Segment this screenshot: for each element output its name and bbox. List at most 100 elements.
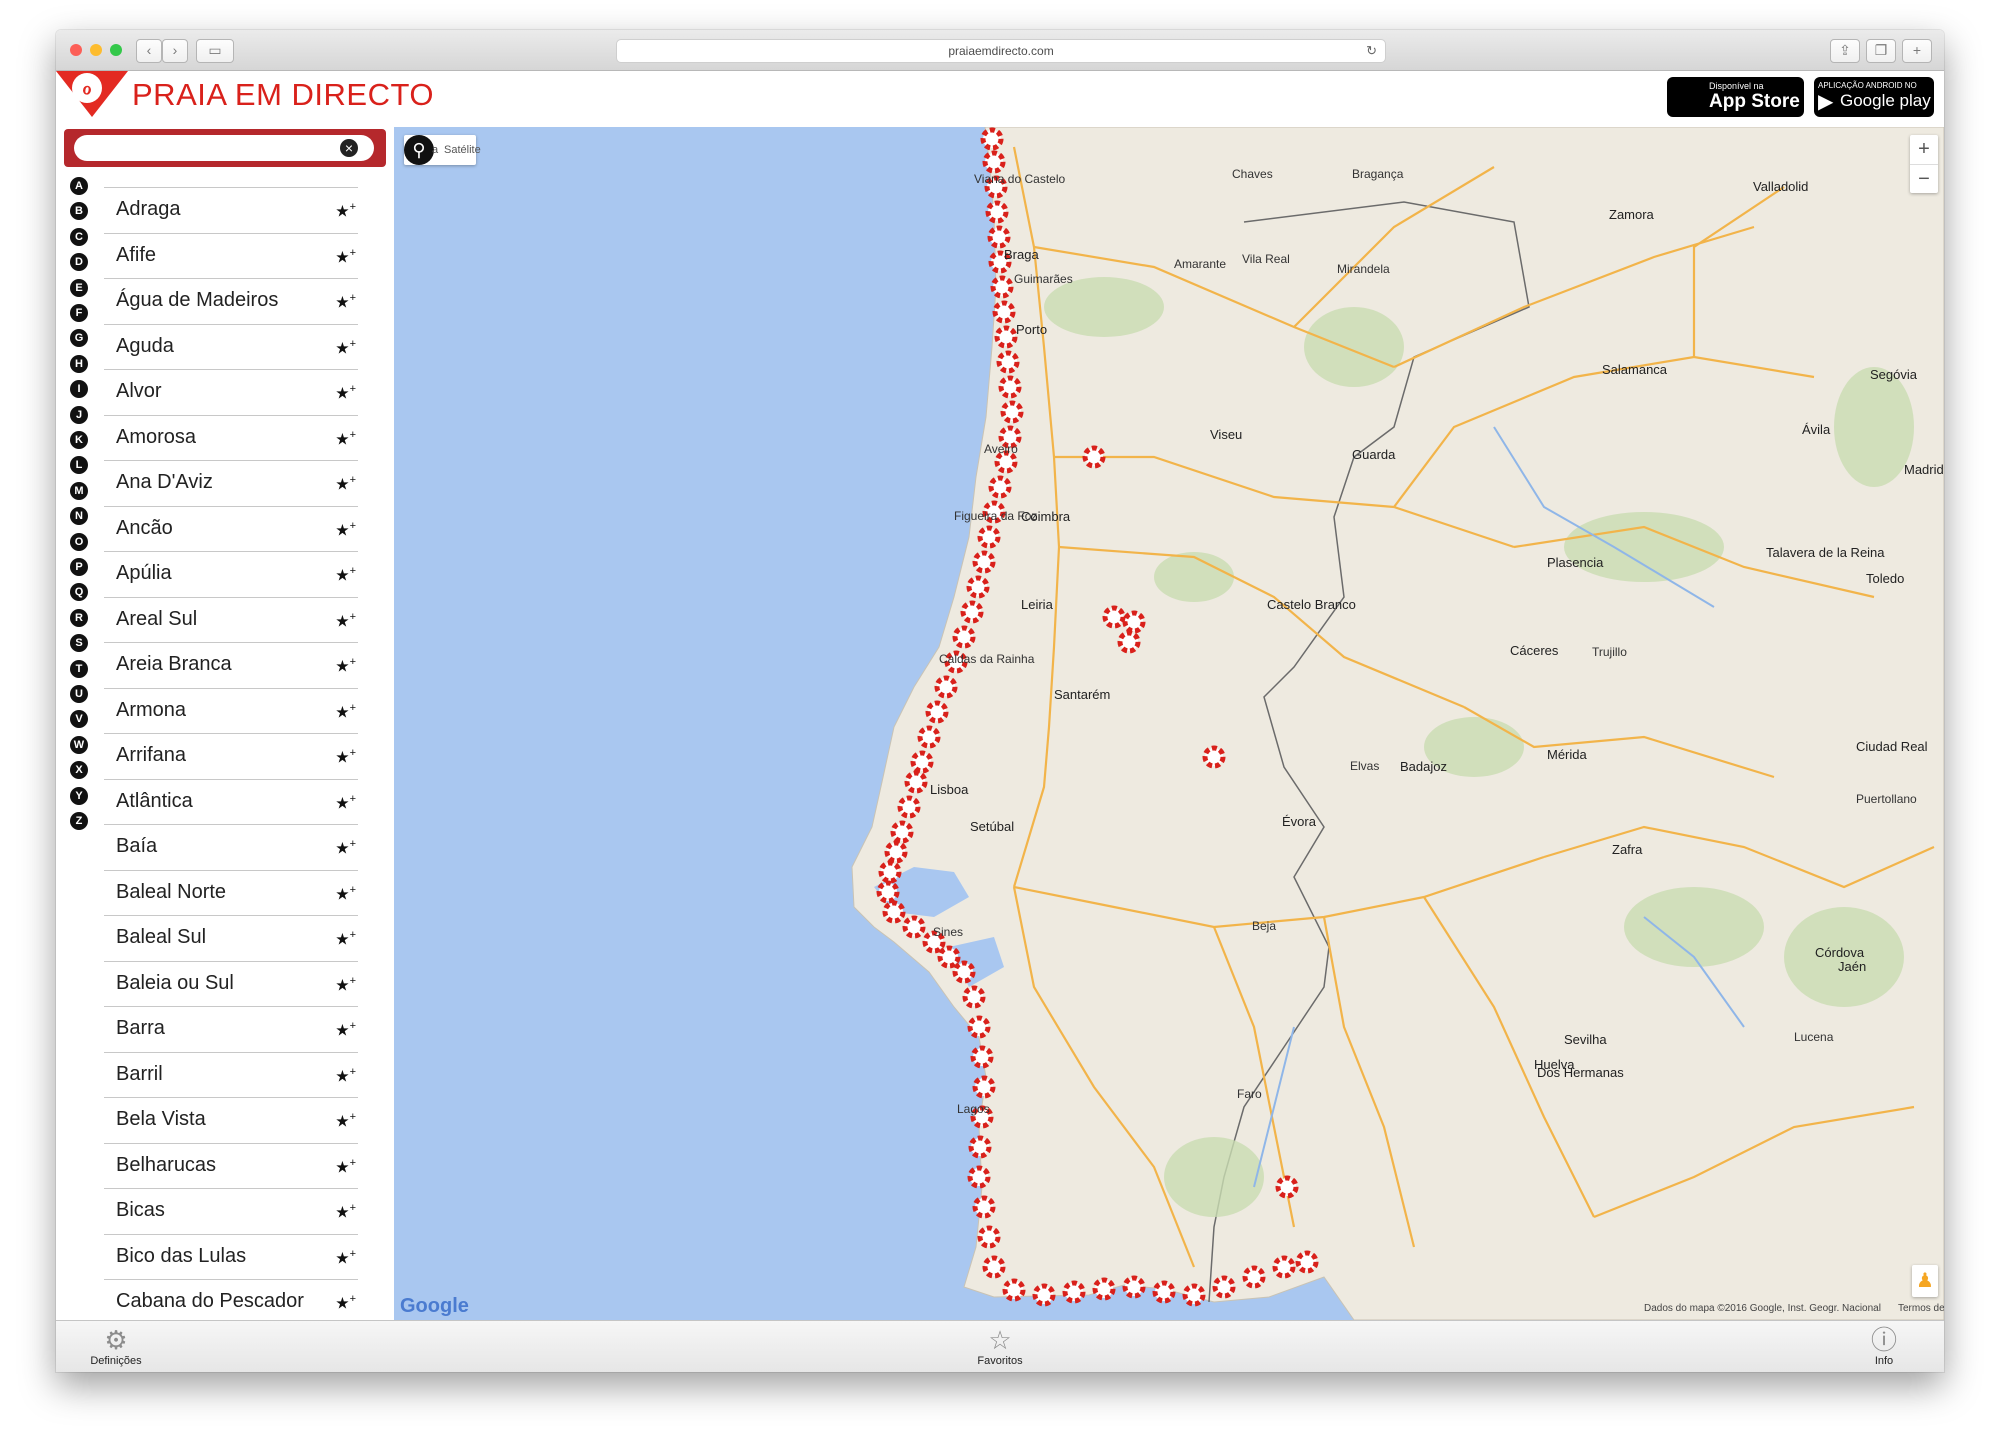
add-favorite-icon[interactable]: ★+ [335, 1248, 356, 1268]
beach-marker[interactable] [982, 150, 1006, 174]
add-favorite-icon[interactable]: ★+ [335, 884, 356, 904]
alphabet-letter[interactable]: G [70, 329, 88, 348]
sidebar-toggle-icon[interactable]: ▭ [196, 39, 234, 63]
map-type-button[interactable]: a [432, 135, 438, 165]
beach-marker[interactable] [1102, 605, 1126, 629]
beach-marker[interactable] [902, 915, 926, 939]
zoom-in-button[interactable]: + [1910, 135, 1938, 165]
beach-list-item[interactable]: Barra ★+ [104, 1006, 358, 1052]
beach-marker[interactable] [1032, 1283, 1056, 1307]
beach-marker[interactable] [952, 960, 976, 984]
beach-list-item[interactable]: Afife ★+ [104, 232, 358, 279]
beach-marker[interactable] [1062, 1280, 1086, 1304]
clear-search-icon[interactable]: × [340, 139, 358, 157]
alphabet-letter[interactable]: B [70, 202, 88, 221]
add-favorite-icon[interactable]: ★+ [335, 747, 356, 767]
app-store-badge[interactable]: Disponível na App Store [1667, 77, 1804, 117]
beach-marker[interactable] [980, 127, 1004, 151]
alphabet-letter[interactable]: P [70, 558, 88, 576]
add-favorite-icon[interactable]: ★+ [335, 1293, 356, 1313]
add-favorite-icon[interactable]: ★+ [335, 1157, 356, 1177]
beach-marker[interactable] [917, 725, 941, 749]
tabs-overview-icon[interactable]: ❐ [1866, 39, 1896, 63]
add-favorite-icon[interactable]: ★+ [335, 520, 356, 540]
alphabet-letter[interactable]: T [70, 659, 88, 678]
beach-marker[interactable] [967, 1015, 991, 1039]
beach-marker[interactable] [972, 1195, 996, 1219]
address-bar[interactable]: praiaemdirecto.com ↻ [616, 39, 1386, 63]
add-favorite-icon[interactable]: ★+ [335, 656, 356, 676]
alphabet-letter[interactable]: R [70, 608, 88, 627]
beach-marker[interactable] [1242, 1265, 1266, 1289]
beach-marker[interactable] [968, 1135, 992, 1159]
beach-marker[interactable] [962, 985, 986, 1009]
add-favorite-icon[interactable]: ★+ [335, 383, 356, 403]
beach-list-item[interactable]: Alvor ★+ [104, 369, 358, 415]
add-favorite-icon[interactable]: ★+ [335, 474, 356, 494]
alphabet-letter[interactable]: Q [70, 583, 88, 602]
tab-info[interactable]: ⓘ Info [1824, 1325, 1944, 1367]
beach-list-item[interactable]: Apúlia ★+ [104, 551, 358, 597]
add-favorite-icon[interactable]: ★+ [335, 975, 356, 995]
beach-marker[interactable] [1122, 610, 1146, 634]
forward-button[interactable]: › [162, 39, 188, 63]
beach-marker[interactable] [1182, 1283, 1206, 1307]
alphabet-letter[interactable]: U [70, 685, 88, 703]
alphabet-letter[interactable]: N [70, 507, 88, 526]
map-view[interactable]: ⚲ a Satélite + − ♟ Google Dados do mapa … [394, 127, 1944, 1320]
beach-marker[interactable] [972, 550, 996, 574]
beach-marker[interactable] [1002, 1278, 1026, 1302]
beach-list-item[interactable]: Adraga ★+ [104, 187, 358, 233]
add-favorite-icon[interactable]: ★+ [335, 292, 356, 312]
beach-list-item[interactable]: Amorosa ★+ [104, 414, 358, 461]
beach-marker[interactable] [1152, 1280, 1176, 1304]
beach-list-item[interactable]: Armona ★+ [104, 687, 358, 734]
beach-list-item[interactable]: Barril ★+ [104, 1051, 358, 1098]
beach-list-item[interactable]: Bela Vista ★+ [104, 1097, 358, 1143]
beach-list-item[interactable]: Baleal Sul ★+ [104, 915, 358, 961]
beach-list-item[interactable]: Baleia ou Sul ★+ [104, 960, 358, 1007]
beach-list-item[interactable]: Belharucas ★+ [104, 1142, 358, 1189]
beach-marker[interactable] [967, 1165, 991, 1189]
beach-list-item[interactable]: Aguda ★+ [104, 323, 358, 370]
add-favorite-icon[interactable]: ★+ [335, 565, 356, 585]
beach-marker[interactable] [876, 880, 900, 904]
alphabet-letter[interactable]: W [70, 735, 88, 754]
close-window-button[interactable] [70, 44, 82, 56]
share-icon[interactable]: ⇪ [1830, 39, 1860, 63]
alphabet-letter[interactable]: Y [70, 786, 88, 805]
beach-marker[interactable] [1295, 1250, 1319, 1274]
beach-marker[interactable] [996, 350, 1020, 374]
beach-marker[interactable] [987, 225, 1011, 249]
add-favorite-icon[interactable]: ★+ [335, 1020, 356, 1040]
add-favorite-icon[interactable]: ★+ [335, 201, 356, 221]
alphabet-letter[interactable]: L [70, 456, 88, 475]
add-favorite-icon[interactable]: ★+ [335, 247, 356, 267]
beach-marker[interactable] [882, 900, 906, 924]
satellite-type-button[interactable]: Satélite [444, 135, 481, 165]
beach-list-item[interactable]: Água de Madeiros ★+ [104, 278, 358, 324]
beach-list-item[interactable]: Ancão ★+ [104, 505, 358, 552]
beach-marker[interactable] [1212, 1275, 1236, 1299]
maximize-window-button[interactable] [110, 44, 122, 56]
beach-list-item[interactable]: Atlântica ★+ [104, 778, 358, 825]
alphabet-letter[interactable]: J [70, 405, 88, 424]
beach-marker[interactable] [890, 820, 914, 844]
beach-marker[interactable] [966, 575, 990, 599]
beach-marker[interactable] [904, 770, 928, 794]
beach-marker[interactable] [897, 795, 921, 819]
beach-list-item[interactable]: Baleal Norte ★+ [104, 869, 358, 916]
beach-marker[interactable] [910, 750, 934, 774]
alphabet-letter[interactable]: Z [70, 812, 88, 830]
alphabet-letter[interactable]: O [70, 532, 88, 551]
add-favorite-icon[interactable]: ★+ [335, 429, 356, 449]
tab-favorites[interactable]: ☆ Favoritos [940, 1325, 1060, 1367]
beach-list-item[interactable]: Cabana do Pescador ★+ [104, 1279, 358, 1325]
beach-marker[interactable] [934, 675, 958, 699]
beach-marker[interactable] [970, 1045, 994, 1069]
beach-marker[interactable] [884, 840, 908, 864]
alphabet-letter[interactable]: C [70, 227, 88, 246]
alphabet-letter[interactable]: M [70, 481, 88, 500]
alphabet-letter[interactable]: S [70, 634, 88, 653]
alphabet-letter[interactable]: D [70, 253, 88, 272]
